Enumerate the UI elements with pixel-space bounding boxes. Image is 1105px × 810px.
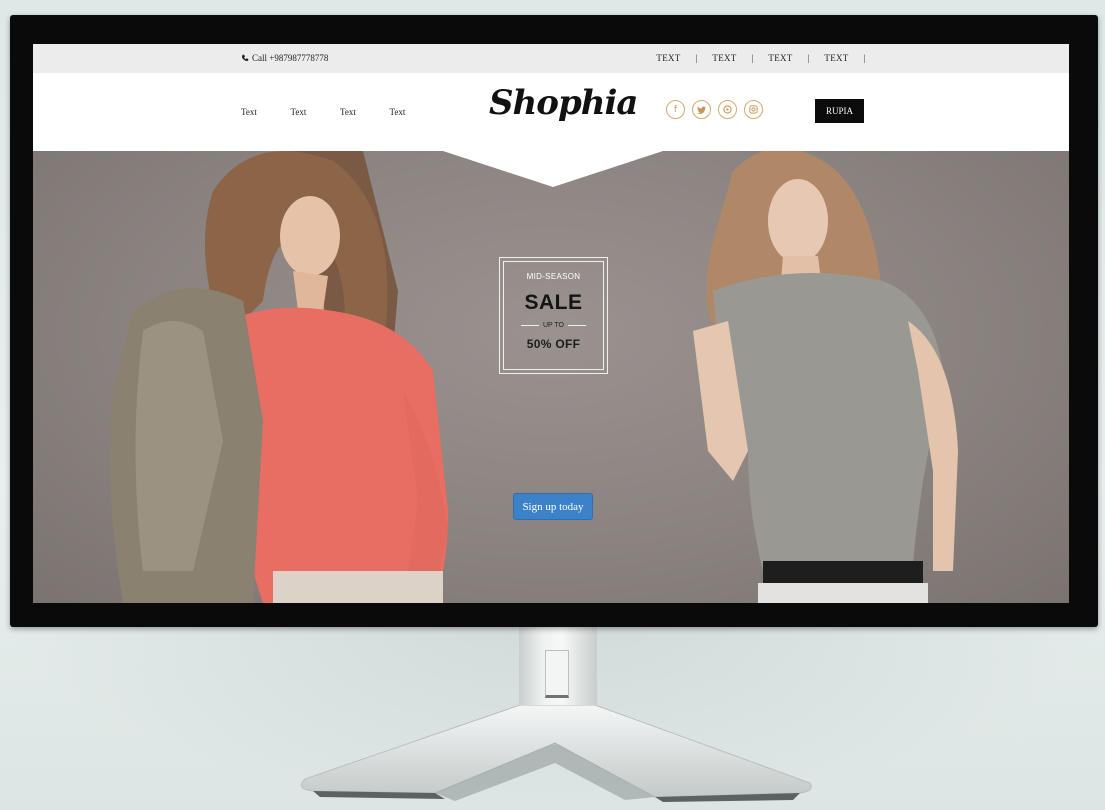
monitor-stand-base [300,705,812,802]
top-nav-separator: | [863,53,866,63]
main-nav-item[interactable]: Text [382,107,432,117]
divider-line [520,325,539,326]
top-nav-separator: | [695,53,698,63]
top-nav-separator: | [751,53,754,63]
top-bar: Call +987987778778 TEXT | TEXT | TEXT | … [33,44,1069,73]
sale-badge: MID-SEASON SALE UP TO 50% OFF [499,257,608,374]
pinterest-icon[interactable] [718,100,737,119]
sale-subtitle: MID-SEASON [526,272,581,281]
twitter-icon[interactable] [692,100,711,119]
main-nav-item[interactable]: Text [332,107,382,117]
model-right-image [693,151,958,603]
signup-button[interactable]: Sign up today [513,493,593,520]
top-nav-item[interactable]: TEXT | [645,53,701,63]
monitor-stand-slot [545,650,569,698]
site-header: Text Text Text Text Shophia f RUPIA [33,73,1069,151]
header-notch [443,151,663,187]
top-nav-separator: | [807,53,810,63]
social-links: f [666,100,763,119]
site-logo[interactable]: Shophia [489,83,638,133]
call-text: Call +987987778778 [252,53,329,63]
facebook-icon[interactable]: f [666,100,685,119]
sale-upto-row: UP TO [520,322,586,329]
main-nav-item[interactable]: Text [233,107,283,117]
divider-line [568,325,586,326]
top-nav-item[interactable]: TEXT | [813,53,869,63]
top-nav-label: TEXT [824,53,849,63]
model-left-image [109,151,448,603]
monitor-frame: Call +987987778778 TEXT | TEXT | TEXT | … [10,15,1098,627]
top-nav: TEXT | TEXT | TEXT | TEXT | [645,53,869,63]
top-nav-item[interactable]: TEXT | [701,53,757,63]
top-nav-label: TEXT [656,53,681,63]
top-nav-label: TEXT [712,53,737,63]
sale-badge-inner: MID-SEASON SALE UP TO 50% OFF [503,261,604,370]
main-nav-item[interactable]: Text [283,107,333,117]
instagram-icon[interactable] [744,100,763,119]
top-nav-label: TEXT [768,53,793,63]
hero-banner: MID-SEASON SALE UP TO 50% OFF Sign up to… [33,151,1069,603]
currency-button[interactable]: RUPIA [815,99,864,123]
top-nav-item[interactable]: TEXT | [757,53,813,63]
sale-title: SALE [524,291,583,314]
main-nav: Text Text Text Text [233,107,431,117]
sale-discount: 50% OFF [526,337,581,351]
phone-icon [241,54,249,61]
sale-upto-text: UP TO [542,322,564,329]
call-info[interactable]: Call +987987778778 [241,53,328,63]
website-screen: Call +987987778778 TEXT | TEXT | TEXT | … [33,44,1069,603]
